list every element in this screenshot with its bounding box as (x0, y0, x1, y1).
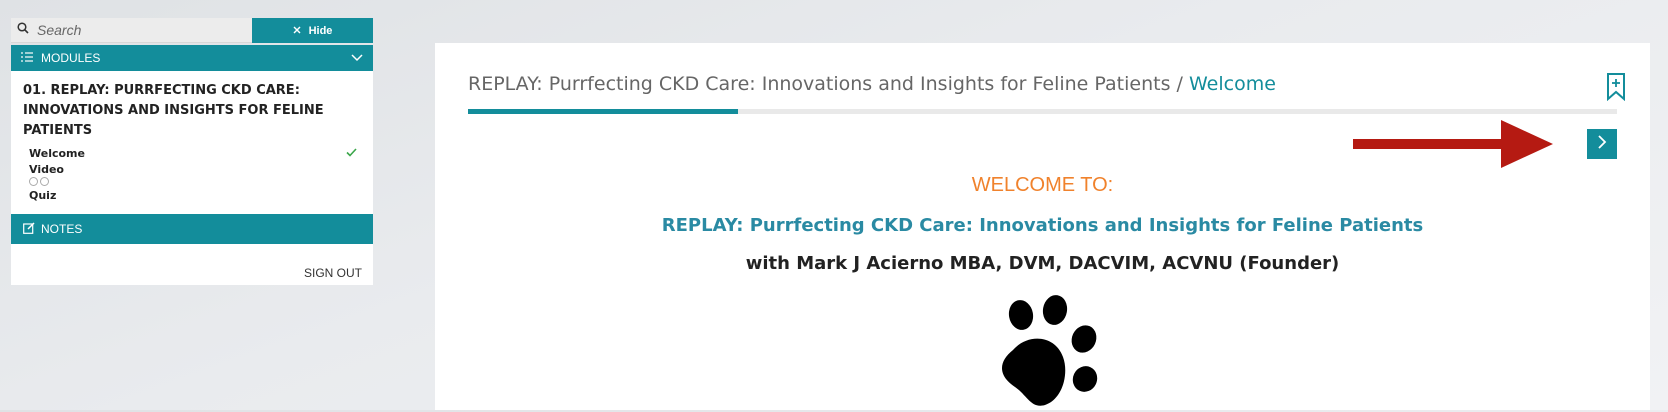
breadcrumb-current: Welcome (1188, 73, 1276, 95)
search-row: Hide (11, 18, 373, 43)
close-icon (293, 25, 301, 37)
module-title[interactable]: 01. REPLAY: PURRFECTING CKD CARE: INNOVA… (23, 81, 361, 141)
lesson-label: Video (29, 163, 64, 176)
progress-fill (468, 109, 738, 114)
lesson-item-welcome[interactable]: Welcome (23, 147, 361, 160)
progress-bar (468, 109, 1617, 114)
breadcrumb: REPLAY: Purrfecting CKD Care: Innovation… (468, 73, 1276, 95)
modules-label: MODULES (41, 51, 101, 65)
next-button[interactable] (1587, 129, 1617, 159)
hide-button[interactable]: Hide (252, 18, 373, 43)
hide-label: Hide (308, 24, 333, 37)
sign-out-link[interactable]: SIGN OUT (304, 266, 362, 280)
paw-print-icon (993, 295, 1103, 412)
search-input[interactable] (35, 21, 239, 39)
notes-header[interactable]: NOTES (11, 214, 373, 244)
lesson-item-video[interactable]: Video (23, 163, 361, 186)
checkmark-icon (346, 147, 357, 160)
chevron-down-icon[interactable] (351, 51, 363, 65)
notes-label: NOTES (41, 222, 83, 236)
welcome-heading: WELCOME TO: (971, 174, 1114, 196)
module-panel: 01. REPLAY: PURRFECTING CKD CARE: INNOVA… (11, 71, 373, 214)
bookmark-plus-icon[interactable] (1606, 73, 1626, 106)
instructor-line: with Mark J Acierno MBA, DVM, DACVIM, AC… (745, 253, 1340, 274)
search-icon (17, 21, 29, 39)
breadcrumb-course: REPLAY: Purrfecting CKD Care: Innovation… (468, 73, 1171, 95)
modules-header[interactable]: MODULES (11, 45, 373, 71)
search-box[interactable] (11, 18, 252, 43)
content-panel: REPLAY: Purrfecting CKD Care: Innovation… (435, 43, 1650, 410)
edit-icon (23, 221, 35, 237)
breadcrumb-separator: / (1176, 73, 1183, 95)
lesson-label: Quiz (29, 189, 57, 202)
list-icon (21, 51, 33, 65)
sidebar: Hide MODULES 01. REPLAY: PURRFECTING CKD… (11, 18, 373, 285)
notes-panel: SIGN OUT (11, 244, 373, 285)
annotation-arrow-icon (1353, 120, 1553, 179)
course-title: REPLAY: Purrfecting CKD Care: Innovation… (661, 215, 1424, 236)
lesson-label: Welcome (29, 147, 85, 160)
chevron-right-icon (1597, 134, 1607, 155)
progress-dots-icon (29, 177, 49, 186)
lesson-item-quiz[interactable]: Quiz (23, 189, 361, 202)
